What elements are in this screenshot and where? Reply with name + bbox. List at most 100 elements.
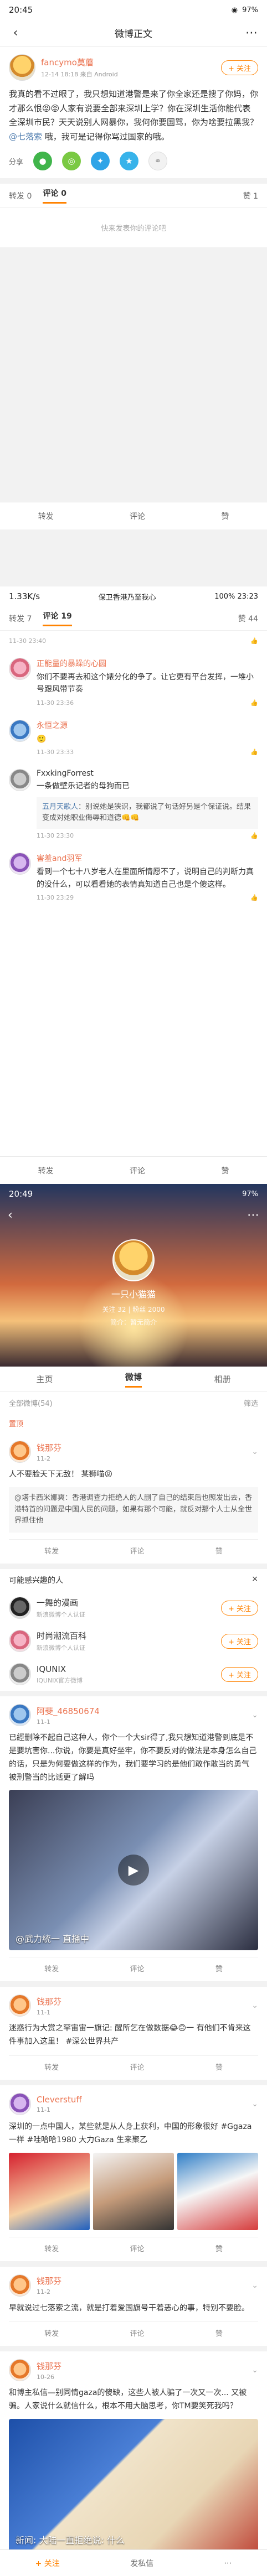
link-icon[interactable]: ⚭ xyxy=(148,152,168,170)
repost-button[interactable]: 转发 xyxy=(44,2243,59,2253)
more-icon[interactable]: ⋯ xyxy=(224,2559,232,2568)
moments-icon[interactable]: ◎ xyxy=(62,152,81,170)
chevron-down-icon[interactable]: ⌄ xyxy=(251,2366,258,2375)
more-icon[interactable]: ⋯ xyxy=(244,26,259,40)
tab-comment[interactable]: 评论 0 xyxy=(43,188,66,204)
image-thumb[interactable] xyxy=(9,2152,90,2230)
author-name[interactable]: fancymo莫蘑 xyxy=(41,56,215,68)
like-icon[interactable]: 👍 xyxy=(250,637,258,645)
follow-button[interactable]: + 关注 xyxy=(220,1600,258,1616)
avatar[interactable] xyxy=(9,853,31,875)
author-name[interactable]: 钱那芬 xyxy=(37,2360,246,2372)
like-icon[interactable]: 👍 xyxy=(250,749,258,756)
avatar[interactable] xyxy=(9,54,35,81)
chevron-down-icon[interactable]: ⌄ xyxy=(251,1447,258,1456)
avatar[interactable] xyxy=(9,2359,31,2382)
like-icon[interactable]: 👍 xyxy=(250,699,258,707)
avatar[interactable] xyxy=(9,1663,31,1686)
tab-repost[interactable]: 转发 0 xyxy=(9,190,32,201)
like-button[interactable]: 赞 xyxy=(215,1545,223,1556)
image-thumb[interactable] xyxy=(177,2152,258,2230)
avatar[interactable] xyxy=(9,1995,31,2017)
commenter-name[interactable]: 永恒之源 xyxy=(37,720,258,731)
qzone-icon[interactable]: ★ xyxy=(120,152,139,170)
avatar[interactable] xyxy=(9,2274,31,2297)
message-button[interactable]: 发私信 xyxy=(130,2558,153,2569)
like-button[interactable]: 赞 xyxy=(215,2061,223,2072)
follow-button[interactable]: + 关注 xyxy=(220,1666,258,1682)
like-button[interactable]: 赞 xyxy=(215,2328,223,2338)
commenter-name[interactable]: 害羞and羽军 xyxy=(37,853,258,864)
commenter-name[interactable]: FxxkingForrest xyxy=(37,769,258,778)
author-name[interactable]: 钱那芬 xyxy=(37,2275,246,2287)
tab-home[interactable]: 主页 xyxy=(36,1373,53,1385)
tab-comment-2[interactable]: 评论 19 xyxy=(43,610,72,626)
comment-button[interactable]: 评论 xyxy=(130,1545,144,1556)
repost-button[interactable]: 转发 xyxy=(44,2328,59,2338)
news-image[interactable]: 新闻: 大陆一直拒绝说: 什么 xyxy=(9,2418,258,2552)
tab-weibo[interactable]: 微博 xyxy=(125,1371,142,1388)
repost-button[interactable]: 转发 xyxy=(44,1963,59,1973)
quoted-text[interactable]: @塔卡西米娜爽：香港调查力拒绝人的人删了自己的结束后也照发出去，香港特首的问题是… xyxy=(9,1487,258,1533)
comment-button[interactable]: 评论 xyxy=(130,2328,144,2338)
author-name[interactable]: 钱那芬 xyxy=(37,1996,246,2007)
tab-album[interactable]: 相册 xyxy=(214,1373,231,1385)
comment-button[interactable]: 评论 xyxy=(130,2243,144,2253)
commenter-name[interactable]: 正能量的暴躁的心圆 xyxy=(37,658,258,669)
reply-name[interactable]: 五月天歌人 xyxy=(42,803,78,811)
play-icon[interactable]: ▶ xyxy=(118,1855,149,1886)
comment-button[interactable]: 评论 xyxy=(130,511,145,522)
chevron-down-icon[interactable]: ⌄ xyxy=(251,2001,258,2010)
chevron-down-icon[interactable]: ⌄ xyxy=(251,2100,258,2108)
rec-name[interactable]: 时尚潮流百科 xyxy=(37,1630,215,1642)
repost-button[interactable]: 转发 xyxy=(44,2061,59,2072)
comment-button[interactable]: 评论 xyxy=(130,1963,144,1973)
rec-name[interactable]: 一舞的漫画 xyxy=(37,1597,215,1608)
comment-button[interactable]: 评论 xyxy=(130,2061,144,2072)
repost-button[interactable]: 转发 xyxy=(38,511,54,522)
rec-name[interactable]: IQUNIX xyxy=(37,1664,215,1674)
tab-like[interactable]: 赞 1 xyxy=(243,190,258,201)
wechat-icon[interactable]: ● xyxy=(33,152,53,170)
avatar[interactable] xyxy=(9,1441,31,1463)
like-button[interactable]: 赞 xyxy=(215,2243,223,2253)
blank-area xyxy=(0,907,267,1118)
video-thumbnail[interactable]: ▶ @武力統一 直播中 xyxy=(9,1790,258,1951)
back-arrow-icon[interactable]: ‹ xyxy=(8,26,23,40)
profile-avatar[interactable] xyxy=(112,1239,155,1281)
author-name[interactable]: Cleverstuff xyxy=(37,2095,246,2105)
like-button[interactable]: 赞 xyxy=(221,511,229,522)
like-button[interactable]: 赞 xyxy=(215,1963,223,1973)
like-icon[interactable]: 👍 xyxy=(250,832,258,839)
comment-button[interactable]: 评论 xyxy=(130,1165,145,1176)
tab-repost-2[interactable]: 转发 7 xyxy=(9,613,32,624)
back-arrow-icon[interactable]: ‹ xyxy=(8,1208,13,1222)
chevron-down-icon[interactable]: ⌄ xyxy=(251,2281,258,2290)
repost-button[interactable]: 转发 xyxy=(38,1165,54,1176)
avatar[interactable] xyxy=(9,658,31,680)
like-button[interactable]: 赞 xyxy=(221,1165,229,1176)
follow-button[interactable]: + 关注 xyxy=(35,2558,60,2569)
avatar[interactable] xyxy=(9,1704,31,1727)
avatar[interactable] xyxy=(9,769,31,792)
follow-button[interactable]: + 关注 xyxy=(220,1633,258,1649)
repost-button[interactable]: 转发 xyxy=(44,1545,59,1556)
avatar[interactable] xyxy=(9,1597,31,1619)
reply-box[interactable]: 五月天歌人：别说她是狭识，我都说了句话好另是个保证说。结果变成对她职业侮辱和道德… xyxy=(37,797,258,829)
image-thumb[interactable] xyxy=(93,2152,174,2230)
author-name[interactable]: 阿斐_46850674 xyxy=(37,1705,246,1717)
author-name[interactable]: 钱那芬 xyxy=(37,1442,246,1453)
avatar[interactable] xyxy=(9,1630,31,1653)
mention-link[interactable]: @七落索 xyxy=(9,132,42,142)
chevron-down-icon[interactable]: ⌄ xyxy=(251,1711,258,1720)
qq-icon[interactable]: ✦ xyxy=(91,152,110,170)
more-icon[interactable]: ⋯ xyxy=(247,1208,259,1222)
close-icon[interactable]: × xyxy=(251,1575,258,1586)
filter-button[interactable]: 筛选 xyxy=(244,1398,258,1408)
avatar[interactable] xyxy=(9,2092,31,2115)
avatar[interactable] xyxy=(9,719,31,742)
follow-button[interactable]: + 关注 xyxy=(220,60,258,75)
profile-stats[interactable]: 关注 32 | 粉丝 2000 xyxy=(0,1305,267,1314)
tab-like-2[interactable]: 赞 44 xyxy=(238,613,258,624)
like-icon[interactable]: 👍 xyxy=(250,894,258,901)
